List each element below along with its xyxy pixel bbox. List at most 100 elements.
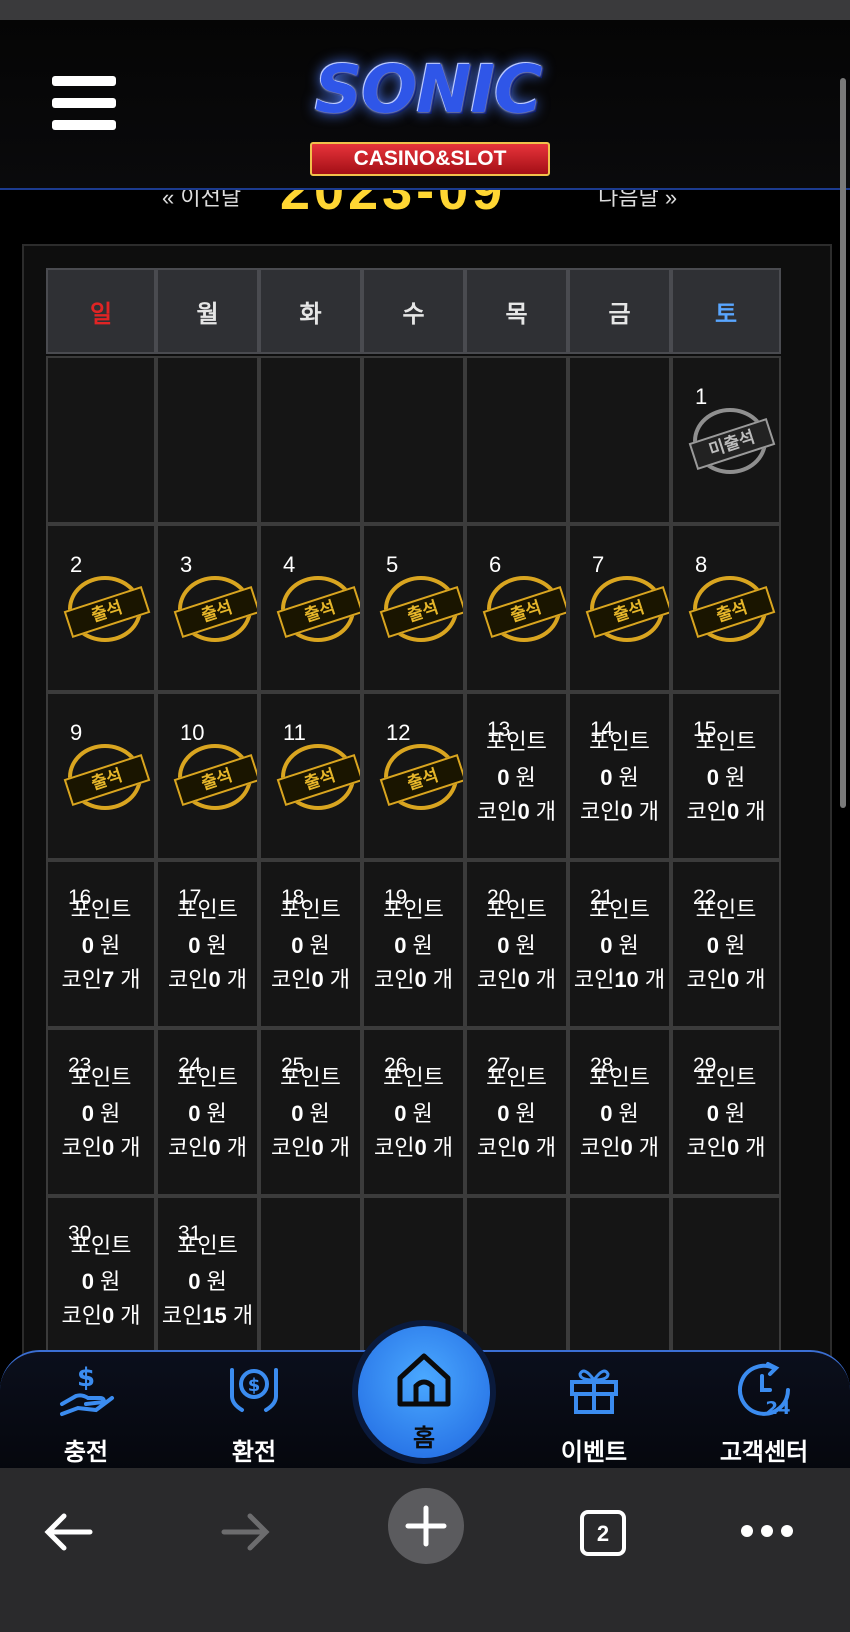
points-won: 0 원	[394, 933, 433, 958]
weekday-thu: 목	[465, 268, 568, 354]
calendar-day-19: 19 포인트 0 원 코인0 개	[362, 860, 465, 1028]
coin-count: 코인0 개	[686, 967, 766, 992]
stamp-label: 출석	[379, 586, 463, 638]
points-won: 0 원	[497, 765, 536, 790]
calendar-day-cell	[46, 356, 156, 524]
points-won: 0 원	[706, 765, 746, 790]
site-logo[interactable]: SONIC CASINO&SLOT	[272, 50, 590, 180]
points-won-value: 0	[497, 933, 510, 958]
weekday-sun: 일	[46, 268, 156, 354]
points-won: 0 원	[81, 1269, 121, 1294]
points-won-value: 0	[497, 765, 510, 790]
points-won: 0 원	[188, 933, 227, 958]
points-won-value: 0	[81, 933, 94, 958]
stamp-label: 출석	[173, 754, 257, 806]
nav-event[interactable]: 이벤트	[534, 1360, 654, 1467]
points-won: 0 원	[188, 1269, 227, 1294]
points-label: 포인트	[486, 897, 547, 922]
weekday-sat: 토	[671, 268, 781, 354]
calendar-day-23: 23 포인트 0 원 코인0 개	[46, 1028, 156, 1196]
deposit-icon: $	[60, 1363, 114, 1416]
attendance-calendar: 일 월 화 수 목 금 토 1 미출석 2 출석 3 출석 4 출석 5 출석 6 출석 7 출석 8 출석 9…	[22, 244, 832, 1408]
attended-stamp: 출석	[173, 576, 257, 642]
calendar-day-27: 27 포인트 0 원 코인0 개	[465, 1028, 568, 1196]
points-label: 포인트	[383, 897, 444, 922]
calendar-day-28: 28 포인트 0 원 코인0 개	[568, 1028, 671, 1196]
points-won: 0 원	[188, 1101, 227, 1126]
weekday-wed: 수	[362, 268, 465, 354]
points-won-value: 0	[394, 1101, 407, 1126]
coin-count: 코인0 개	[61, 1303, 141, 1328]
weekday-mon: 월	[156, 268, 259, 354]
forward-arrow-icon[interactable]	[220, 1506, 272, 1558]
points-won: 0 원	[600, 933, 639, 958]
attended-stamp: 출석	[63, 576, 151, 642]
points-won: 0 원	[497, 1101, 536, 1126]
points-won: 0 원	[81, 933, 121, 958]
calendar-day-cell	[362, 356, 465, 524]
nav-withdraw[interactable]: $ 환전	[194, 1360, 314, 1467]
nav-support[interactable]: 24 고객센터	[704, 1360, 824, 1467]
points-won-value: 0	[600, 1101, 613, 1126]
calendar-day-cell	[156, 356, 259, 524]
calendar-day-20: 20 포인트 0 원 코인0 개	[465, 860, 568, 1028]
points-label: 포인트	[70, 1233, 132, 1258]
points-won-value: 0	[394, 933, 407, 958]
browser-toolbar: 2	[0, 1468, 850, 1632]
calendar-day-14: 14 포인트 0 원 코인0 개	[568, 692, 671, 860]
stamp-label: 출석	[276, 586, 360, 638]
nav-deposit[interactable]: $ 충전	[26, 1360, 146, 1467]
svg-text:$: $	[248, 1375, 261, 1396]
points-won-value: 0	[188, 1269, 201, 1294]
coin-count: 코인0 개	[476, 967, 557, 992]
coin-count-value: 0	[414, 1135, 427, 1160]
coin-count-value: 0	[517, 1135, 530, 1160]
calendar-day-cell	[671, 1196, 781, 1364]
points-won-value: 0	[706, 933, 719, 958]
points-won-value: 0	[600, 765, 613, 790]
attended-stamp: 출석	[688, 576, 776, 642]
day-number: 4	[283, 552, 296, 577]
stamp-label: 출석	[482, 586, 566, 638]
coin-count: 코인0 개	[686, 799, 766, 824]
day-number: 3	[180, 552, 193, 577]
points-label: 포인트	[177, 1233, 238, 1258]
calendar-day-5: 5 출석	[362, 524, 465, 692]
coin-count: 코인0 개	[476, 1135, 557, 1160]
day-number: 1	[695, 384, 708, 409]
stamp-label: 출석	[276, 754, 360, 806]
coin-count: 코인0 개	[579, 1135, 660, 1160]
calendar-day-7: 7 출석	[568, 524, 671, 692]
attended-stamp: 출석	[482, 576, 566, 642]
back-arrow-icon[interactable]	[42, 1506, 94, 1558]
calendar-day-cell	[568, 356, 671, 524]
page-scrollbar[interactable]	[840, 78, 846, 808]
day-number: 8	[695, 552, 708, 577]
stamp-label: 출석	[173, 586, 257, 638]
coin-count: 코인10 개	[573, 967, 666, 992]
home-icon	[397, 1353, 451, 1407]
points-won: 0 원	[600, 765, 639, 790]
coin-count-value: 0	[726, 1135, 740, 1160]
nav-home[interactable]: 홈	[358, 1326, 490, 1458]
calendar-day-26: 26 포인트 0 원 코인0 개	[362, 1028, 465, 1196]
coin-count: 코인0 개	[167, 1135, 248, 1160]
coin-count-value: 0	[620, 1135, 633, 1160]
calendar-day-9: 9 출석	[46, 692, 156, 860]
menu-icon[interactable]	[52, 76, 116, 134]
coin-count-value: 0	[517, 967, 530, 992]
points-won-value: 0	[706, 1101, 719, 1126]
stamp-label: 출석	[63, 586, 151, 638]
logo-main-text: SONIC	[314, 51, 543, 128]
new-tab-button[interactable]	[388, 1488, 464, 1564]
calendar-day-29: 29 포인트 0 원 코인0 개	[671, 1028, 781, 1196]
calendar-day-1: 1 미출석	[671, 356, 781, 524]
tab-count-button[interactable]: 2	[580, 1510, 626, 1556]
points-won-value: 0	[188, 933, 201, 958]
coin-count-value: 0	[311, 1135, 324, 1160]
day-number: 9	[70, 720, 83, 745]
more-dots-icon[interactable]	[740, 1524, 794, 1538]
plus-icon	[405, 1505, 447, 1547]
coin-count: 코인0 개	[270, 1135, 351, 1160]
coin-count-value: 0	[311, 967, 324, 992]
